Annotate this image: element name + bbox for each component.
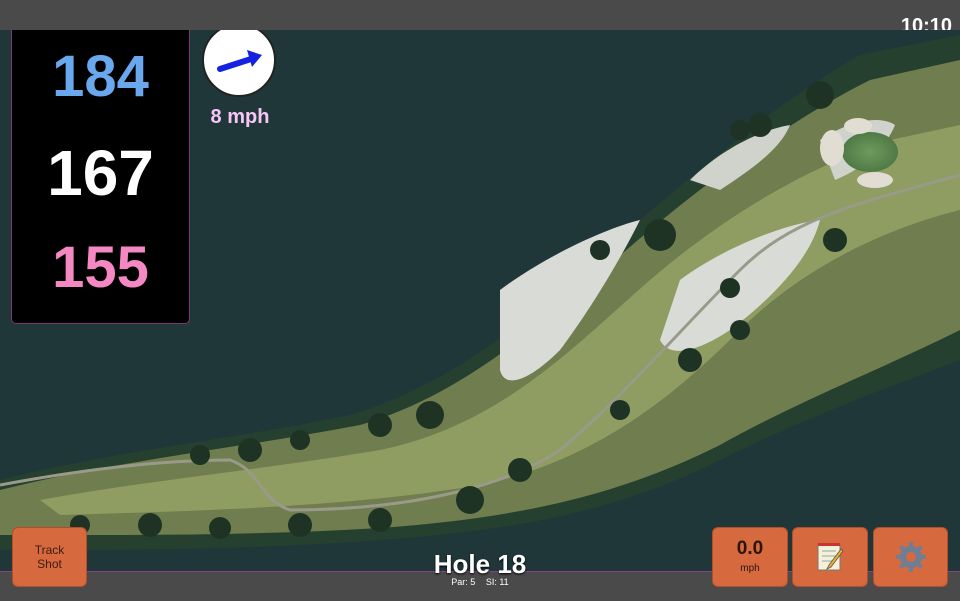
speed-value: 0.0: [736, 538, 764, 559]
wind-dial[interactable]: [202, 30, 276, 97]
notes-button[interactable]: [792, 527, 868, 587]
track-shot-label-line2: Shot: [37, 557, 62, 571]
hole-meta: Par: 5 SI: 11: [380, 577, 580, 587]
front-distance: 155: [52, 235, 149, 300]
distance-panel: 184 167 155: [11, 30, 190, 324]
wind-arrow-icon: [217, 50, 262, 72]
speed-unit: mph: [740, 563, 760, 574]
wind-speed: 8 mph: [210, 106, 270, 128]
hole-si: SI: 11: [485, 577, 509, 587]
notepad-icon: [817, 543, 844, 571]
hole-par: Par: 5: [451, 577, 476, 587]
back-distance: 184: [52, 44, 149, 109]
settings-button[interactable]: [873, 527, 948, 587]
track-shot-button[interactable]: Track Shot: [12, 527, 87, 587]
top-status-bar: 10:10: [0, 0, 960, 37]
hole-title: Hole 18: [433, 549, 527, 579]
course-map[interactable]: 184 167 155 8 mph: [0, 30, 960, 572]
gear-icon: [895, 542, 926, 572]
middle-distance: 167: [47, 137, 154, 209]
speed-button[interactable]: 0.0 mph: [712, 527, 788, 587]
track-shot-label-line1: Track: [34, 543, 65, 557]
